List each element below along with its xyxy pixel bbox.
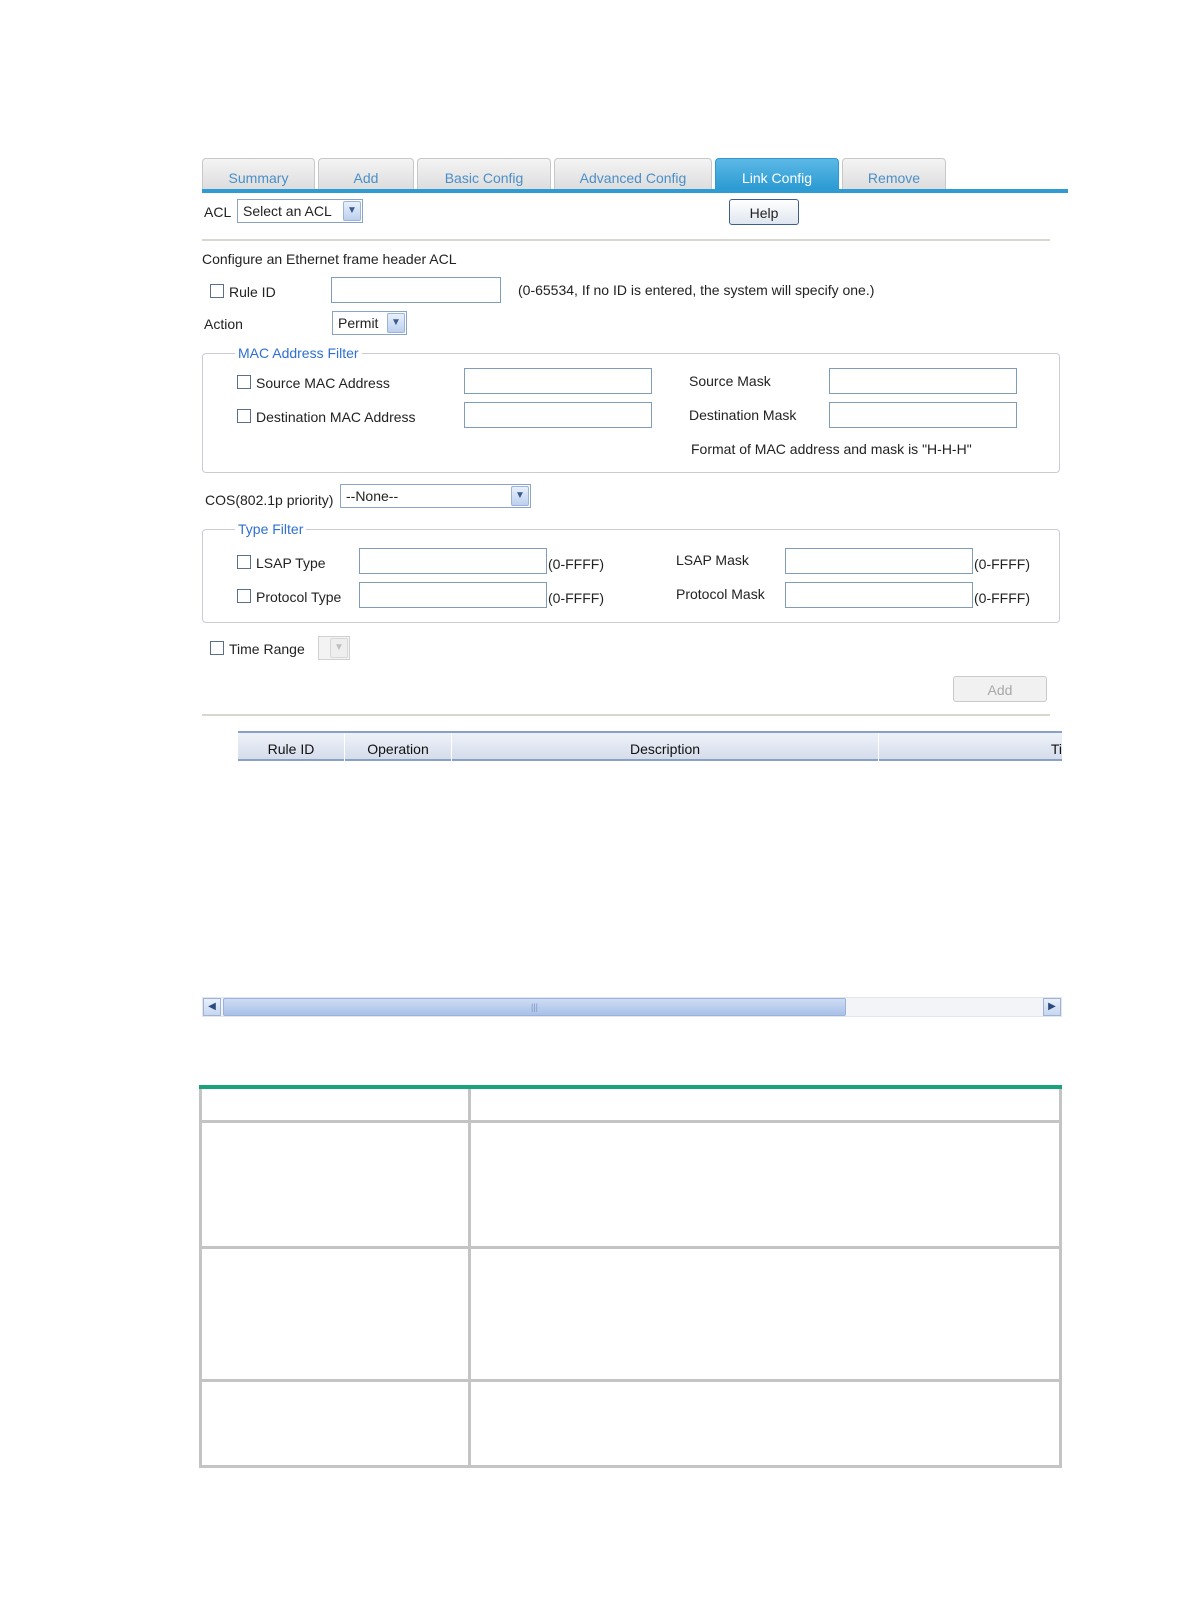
destination-mac-input[interactable] bbox=[464, 402, 652, 428]
divider bbox=[202, 239, 1050, 241]
protocol-type-checkbox[interactable] bbox=[237, 589, 251, 603]
source-mac-input[interactable] bbox=[464, 368, 652, 394]
column-header-operation[interactable]: Operation bbox=[345, 733, 452, 763]
scrollbar-thumb[interactable]: ||| bbox=[223, 998, 846, 1016]
doc-table-row-divider bbox=[199, 1379, 1062, 1382]
rule-id-input[interactable] bbox=[331, 277, 501, 303]
destination-mask-label: Destination Mask bbox=[689, 407, 797, 423]
add-button[interactable]: Add bbox=[953, 676, 1047, 702]
doc-table-row-divider bbox=[199, 1120, 1062, 1123]
rule-id-label: Rule ID bbox=[229, 284, 276, 300]
tab-advanced-config[interactable]: Advanced Config bbox=[554, 158, 712, 190]
doc-table-column-divider bbox=[468, 1089, 471, 1468]
lsap-mask-input[interactable] bbox=[785, 548, 973, 574]
action-select-value: Permit bbox=[338, 315, 379, 331]
scroll-left-icon[interactable]: ◀ bbox=[203, 998, 221, 1016]
lsap-mask-range: (0-FFFF) bbox=[974, 556, 1030, 572]
tab-remove[interactable]: Remove bbox=[842, 158, 946, 190]
acl-select[interactable]: Select an ACL ▼ bbox=[237, 199, 363, 223]
type-filter-group bbox=[202, 529, 1060, 623]
destination-mac-label: Destination MAC Address bbox=[256, 409, 416, 425]
time-range-select[interactable]: ▼ bbox=[318, 636, 350, 660]
section-title: Configure an Ethernet frame header ACL bbox=[202, 251, 457, 267]
cos-select[interactable]: --None-- ▼ bbox=[340, 484, 531, 508]
protocol-type-range: (0-FFFF) bbox=[548, 590, 604, 606]
chevron-down-icon: ▼ bbox=[511, 486, 529, 506]
tab-add[interactable]: Add bbox=[318, 158, 414, 190]
mac-filter-legend: MAC Address Filter bbox=[235, 345, 362, 361]
tab-link-config[interactable]: Link Config bbox=[715, 158, 839, 190]
tab-summary[interactable]: Summary bbox=[202, 158, 315, 190]
source-mac-label: Source MAC Address bbox=[256, 375, 390, 391]
protocol-type-input[interactable] bbox=[359, 582, 547, 608]
chevron-down-icon: ▼ bbox=[387, 313, 405, 333]
type-filter-legend: Type Filter bbox=[235, 521, 307, 537]
mac-format-note: Format of MAC address and mask is "H-H-H… bbox=[691, 441, 972, 457]
lsap-type-range: (0-FFFF) bbox=[548, 556, 604, 572]
time-range-label: Time Range bbox=[229, 641, 305, 657]
destination-mac-checkbox[interactable] bbox=[237, 409, 251, 423]
lsap-type-checkbox[interactable] bbox=[237, 555, 251, 569]
action-select[interactable]: Permit ▼ bbox=[332, 311, 407, 335]
acl-select-value: Select an ACL bbox=[243, 203, 332, 219]
divider bbox=[202, 714, 1050, 716]
chevron-down-icon: ▼ bbox=[330, 638, 348, 658]
column-header-description[interactable]: Description bbox=[452, 733, 879, 763]
lsap-type-input[interactable] bbox=[359, 548, 547, 574]
cos-select-value: --None-- bbox=[346, 488, 399, 504]
time-range-checkbox[interactable] bbox=[210, 641, 224, 655]
protocol-mask-range: (0-FFFF) bbox=[974, 590, 1030, 606]
protocol-type-label: Protocol Type bbox=[256, 589, 342, 605]
rule-id-checkbox[interactable] bbox=[210, 284, 224, 298]
chevron-down-icon: ▼ bbox=[343, 201, 361, 221]
source-mask-label: Source Mask bbox=[689, 373, 771, 389]
protocol-mask-label: Protocol Mask bbox=[676, 586, 765, 602]
protocol-mask-input[interactable] bbox=[785, 582, 973, 608]
action-label: Action bbox=[204, 316, 243, 332]
column-header-rule-id[interactable]: Rule ID bbox=[238, 733, 345, 763]
destination-mask-input[interactable] bbox=[829, 402, 1017, 428]
tab-basic-config[interactable]: Basic Config bbox=[417, 158, 551, 190]
tab-underline bbox=[202, 189, 1068, 193]
rule-id-hint: (0-65534, If no ID is entered, the syste… bbox=[518, 282, 875, 298]
column-header-time-range[interactable]: Ti bbox=[879, 733, 1062, 763]
scroll-right-icon[interactable]: ▶ bbox=[1043, 998, 1061, 1016]
doc-table-row-divider bbox=[199, 1246, 1062, 1249]
source-mask-input[interactable] bbox=[829, 368, 1017, 394]
cos-label: COS(802.1p priority) bbox=[205, 492, 334, 508]
lsap-type-label: LSAP Type bbox=[256, 555, 326, 571]
lsap-mask-label: LSAP Mask bbox=[676, 552, 749, 568]
acl-label: ACL bbox=[204, 204, 232, 220]
help-button[interactable]: Help bbox=[729, 199, 799, 225]
source-mac-checkbox[interactable] bbox=[237, 375, 251, 389]
doc-table bbox=[199, 1089, 1062, 1468]
